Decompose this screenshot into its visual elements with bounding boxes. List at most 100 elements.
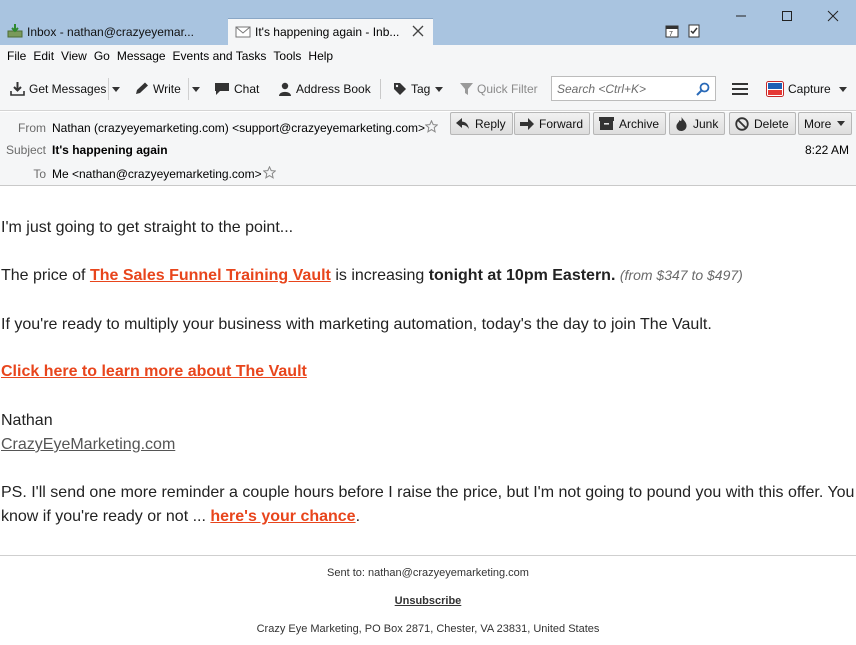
close-icon (827, 10, 839, 22)
ps-text-end: . (355, 508, 361, 525)
delete-label: Delete (754, 116, 789, 131)
tab-inbox[interactable]: Inbox - nathan@crazyeyemar... (0, 18, 226, 45)
calendar-icon[interactable]: 7 (664, 23, 680, 39)
menu-view[interactable]: View (58, 49, 91, 63)
delete-button[interactable]: Delete (729, 112, 796, 135)
deadline-text: tonight at 10pm Eastern. (428, 267, 616, 284)
reply-arrow-icon (456, 117, 469, 129)
chevron-down-icon (111, 86, 120, 92)
to-label: To (33, 167, 46, 181)
inbox-download-icon (7, 24, 23, 38)
menu-bar: File Edit View Go Message Events and Tas… (0, 45, 856, 67)
capture-label: Capture (788, 82, 831, 96)
funnel-icon (460, 83, 473, 95)
junk-button[interactable]: Junk (669, 112, 726, 135)
chevron-down-icon (839, 86, 847, 92)
from-value[interactable]: Nathan (crazyeyemarketing.com) <support@… (52, 121, 425, 135)
address-book-label: Address Book (296, 82, 371, 96)
price-text-mid: is increasing (330, 267, 429, 284)
footer-address: Crazy Eye Marketing, PO Box 2871, Cheste… (256, 623, 600, 635)
menu-file[interactable]: File (4, 49, 30, 63)
write-dropdown[interactable] (188, 78, 202, 100)
capture-dropdown[interactable] (836, 78, 850, 100)
title-bar: Inbox - nathan@crazyeyemar... It's happe… (0, 0, 856, 45)
footer-sent-to: Sent to: nathan@crazyeyemarketing.com (327, 567, 529, 579)
learn-more-link[interactable]: Click here to learn more about The Vault (1, 363, 307, 380)
search-icon (696, 82, 710, 96)
envelope-icon (235, 26, 251, 38)
menu-tools[interactable]: Tools (270, 49, 305, 63)
archive-button[interactable]: Archive (593, 112, 667, 135)
main-toolbar: Get Messages Write Chat Address Book Tag (0, 67, 856, 111)
junk-label: Junk (693, 116, 719, 131)
get-messages-button[interactable]: Get Messages (10, 78, 106, 100)
menu-go[interactable]: Go (91, 49, 114, 63)
crazyeyemarketing-link[interactable]: CrazyEyeMarketing.com (1, 436, 175, 453)
write-button[interactable]: Write (134, 78, 181, 100)
message-header: From Nathan (crazyeyemarketing.com) <sup… (0, 112, 856, 186)
tab-message-label: It's happening again - Inb... (255, 25, 400, 39)
body-line-price: The price of The Sales Funnel Training V… (1, 267, 743, 285)
menu-help[interactable]: Help (305, 49, 337, 63)
body-line-automation: If you're ready to multiply your busines… (1, 316, 712, 333)
search-input[interactable]: Search <Ctrl+K> (551, 76, 716, 101)
write-label: Write (153, 82, 181, 96)
tag-label: Tag (411, 82, 431, 96)
archive-label: Archive (619, 116, 660, 131)
archive-box-icon (599, 117, 614, 130)
address-book-button[interactable]: Address Book (278, 78, 371, 100)
pencil-icon (136, 82, 148, 94)
capture-icon (766, 81, 784, 97)
message-body: I'm just going to get straight to the po… (0, 186, 856, 645)
get-messages-label: Get Messages (29, 82, 107, 96)
download-icon (10, 82, 25, 96)
get-messages-dropdown[interactable] (108, 78, 122, 100)
chat-button[interactable]: Chat (214, 78, 259, 100)
search-placeholder: Search <Ctrl+K> (557, 81, 647, 96)
minimize-button[interactable] (718, 3, 764, 29)
forward-label: Forward (539, 116, 584, 131)
close-window-button[interactable] (810, 3, 856, 29)
subject-value: It's happening again (52, 143, 168, 157)
signature-site: CrazyEyeMarketing.com (1, 436, 175, 454)
more-button[interactable]: More (798, 112, 853, 135)
quick-filter-label: Quick Filter (477, 82, 538, 96)
star-icon[interactable] (425, 120, 438, 133)
app-menu-button[interactable] (732, 78, 752, 100)
quick-filter-button[interactable]: Quick Filter (460, 78, 538, 100)
footer-divider (0, 555, 856, 556)
delete-icon (735, 116, 749, 131)
star-icon[interactable] (263, 166, 276, 179)
to-value[interactable]: Me <nathan@crazyeyemarketing.com> (52, 167, 262, 181)
capture-button[interactable]: Capture (766, 78, 831, 100)
ps-text-pre: know if you're ready or not ... (1, 508, 211, 525)
chevron-down-icon (435, 86, 444, 92)
unsubscribe-link[interactable]: Unsubscribe (395, 595, 462, 607)
menu-events-and-tasks[interactable]: Events and Tasks (170, 49, 271, 63)
toolbar-separator (380, 79, 381, 99)
tag-button[interactable]: Tag (393, 78, 447, 100)
menu-edit[interactable]: Edit (30, 49, 58, 63)
close-tab-icon[interactable] (411, 24, 425, 38)
maximize-button[interactable] (764, 3, 810, 29)
footer-unsubscribe-row: Unsubscribe (0, 595, 856, 607)
signature-name: Nathan (1, 412, 53, 429)
body-line-intro: I'm just going to get straight to the po… (1, 219, 294, 236)
hamburger-menu-icon (732, 83, 748, 95)
subject-label: Subject (5, 143, 46, 157)
message-time: 8:22 AM (804, 143, 849, 157)
chat-label: Chat (234, 82, 260, 96)
junk-flame-icon (676, 116, 687, 131)
svg-text:7: 7 (669, 31, 673, 38)
chevron-down-icon (191, 86, 200, 92)
tasks-icon[interactable] (686, 23, 702, 39)
tab-message[interactable]: It's happening again - Inb... (228, 18, 433, 45)
ps-line-2: know if you're ready or not ... here's y… (1, 508, 360, 526)
from-label: From (18, 121, 46, 135)
heres-your-chance-link[interactable]: here's your chance (210, 508, 355, 525)
sales-funnel-vault-link[interactable]: The Sales Funnel Training Vault (90, 267, 331, 284)
menu-message[interactable]: Message (114, 49, 170, 63)
reply-button[interactable]: Reply (450, 112, 513, 135)
forward-button[interactable]: Forward (514, 112, 591, 135)
more-label: More (804, 116, 832, 131)
